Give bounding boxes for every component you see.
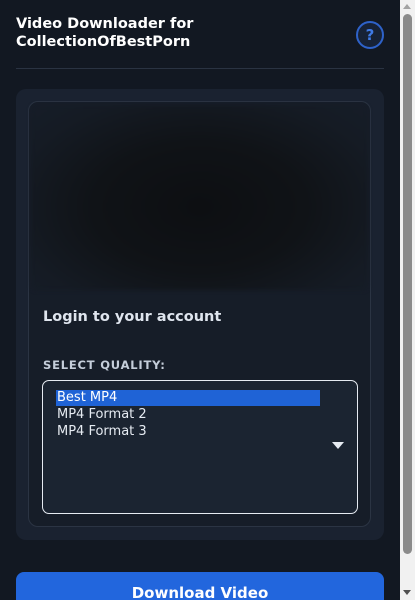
question-mark-icon: ? [365, 26, 375, 44]
download-video-button[interactable]: Download Video [16, 572, 384, 600]
quality-option-best-mp4[interactable]: Best MP4 [56, 390, 320, 406]
quality-option-mp4-format-3[interactable]: MP4 Format 3 [56, 424, 320, 440]
video-thumbnail [31, 105, 368, 290]
help-button[interactable]: ? [356, 21, 384, 49]
header-divider [16, 68, 384, 69]
scrollbar-thumb[interactable] [403, 14, 412, 554]
app-title: Video Downloader for CollectionOfBestPor… [16, 16, 194, 50]
video-title: Login to your account [43, 309, 222, 325]
header: Video Downloader for CollectionOfBestPor… [0, 0, 400, 69]
scroll-down-arrow-icon[interactable] [403, 590, 411, 595]
scroll-up-arrow-icon[interactable] [403, 4, 411, 9]
quality-option-mp4-format-2[interactable]: MP4 Format 2 [56, 407, 320, 423]
downloader-popup: Video Downloader for CollectionOfBestPor… [0, 0, 415, 600]
quality-label: SELECT QUALITY: [43, 358, 166, 372]
triangle-down-icon[interactable] [332, 442, 344, 449]
quality-select[interactable]: Best MP4 MP4 Format 2 MP4 Format 3 [42, 380, 358, 514]
